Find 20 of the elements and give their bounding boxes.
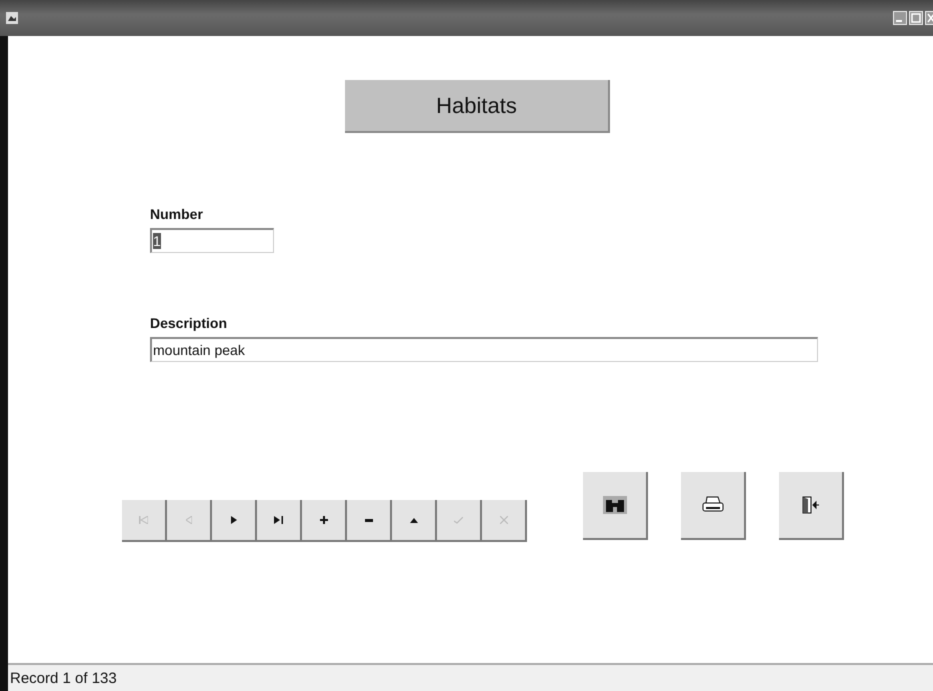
form-title: Habitats [345, 80, 610, 133]
field-label: Number [150, 206, 204, 222]
binoculars-icon [602, 496, 626, 514]
printer-icon [702, 496, 724, 514]
close-icon[interactable] [925, 11, 933, 25]
field-label: Description [150, 315, 228, 331]
input-field[interactable]: 1 [150, 228, 274, 253]
input-field[interactable]: mountain peak [150, 337, 818, 362]
maximize-icon[interactable] [909, 11, 923, 25]
toolbar-button[interactable] [681, 472, 746, 540]
navigation-button[interactable] [212, 500, 257, 542]
navigation-button[interactable] [302, 500, 347, 542]
app-icon [6, 12, 18, 24]
navigation-button[interactable] [257, 500, 302, 542]
navigation-button[interactable] [392, 500, 437, 542]
door-exit-icon [802, 496, 820, 514]
toolbar-button[interactable] [583, 472, 648, 540]
minimize-icon[interactable] [893, 11, 907, 25]
status-bar: Record 1 of 133 [8, 663, 933, 691]
navigation-button[interactable] [347, 500, 392, 542]
